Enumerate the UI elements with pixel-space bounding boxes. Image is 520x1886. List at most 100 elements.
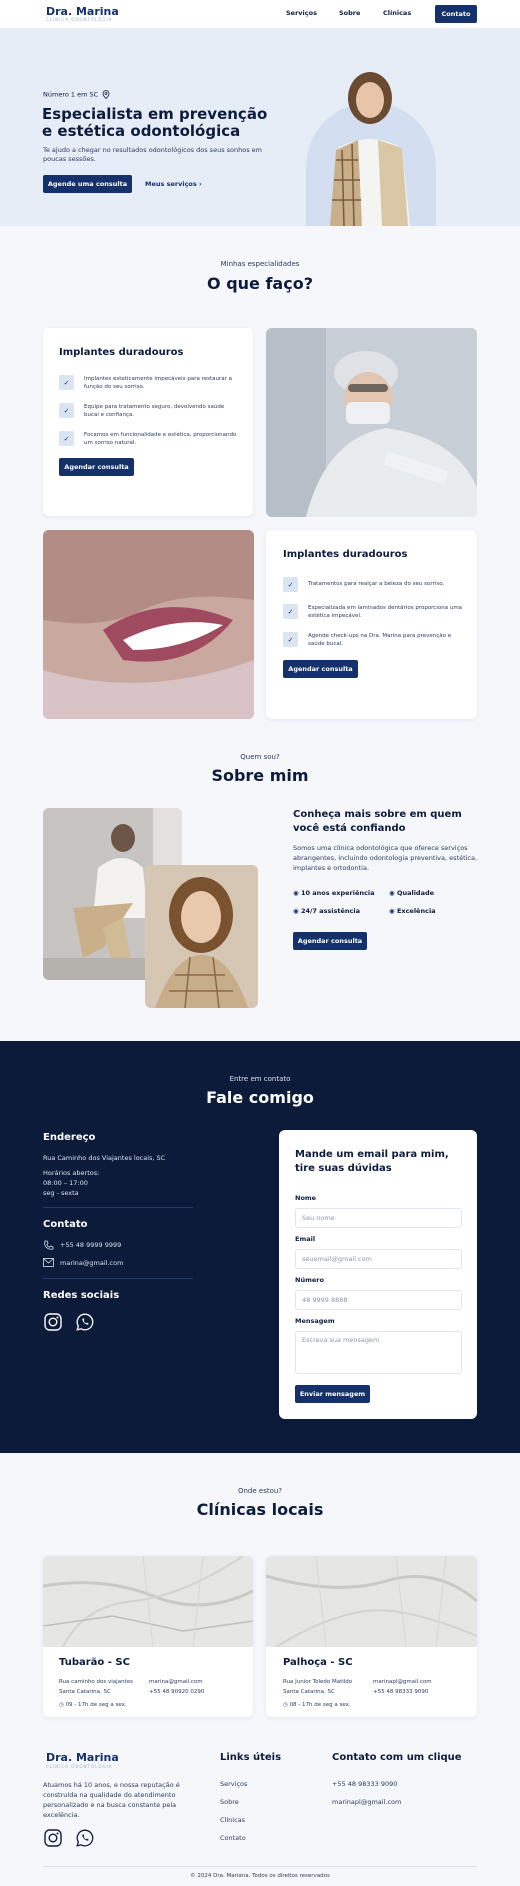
nav-clinics[interactable]: Clínicas bbox=[383, 9, 411, 17]
phone-icon bbox=[44, 1240, 54, 1250]
nav-services[interactable]: Serviços bbox=[286, 9, 317, 17]
logo-subtitle: CLÍNICA ODONTOLÓGIA bbox=[46, 17, 113, 22]
service-card-2-title: Implantes duradouros bbox=[283, 549, 408, 560]
about-feature-3-label: 24/7 assistência bbox=[300, 907, 360, 915]
hours-days: seg - sexta bbox=[43, 1189, 79, 1197]
about-feature-3: ◉ 24/7 assistência bbox=[293, 907, 360, 915]
footer-link-services[interactable]: Serviços bbox=[220, 1780, 247, 1788]
dentist-photo bbox=[266, 328, 477, 517]
check-circle-icon: ◉ bbox=[389, 907, 395, 915]
check-icon: ✓ bbox=[59, 375, 74, 390]
about-feature-4: ◉ Excelência bbox=[389, 907, 436, 915]
address-heading: Endereço bbox=[43, 1132, 96, 1143]
clock-icon: ◷ bbox=[59, 1702, 64, 1708]
check-icon: ✓ bbox=[59, 431, 74, 446]
phone-text[interactable]: +55 48 9999 9999 bbox=[60, 1240, 121, 1250]
service-card-1-item-3: Focamos em funcionalidade e estética, pr… bbox=[84, 432, 237, 446]
hero-badge-text: Número 1 em SC bbox=[43, 90, 99, 99]
about-heading: Conheça mais sobre em quem você está con… bbox=[293, 809, 462, 834]
hero-schedule-button[interactable]: Agende uma consulta bbox=[43, 175, 132, 193]
mail-icon bbox=[43, 1258, 54, 1267]
check-circle-icon: ◉ bbox=[389, 889, 395, 897]
clinic-2-map[interactable] bbox=[266, 1556, 477, 1647]
clinic-1-map[interactable] bbox=[43, 1556, 253, 1647]
nav-contact-button[interactable]: Contato bbox=[435, 5, 477, 23]
service-card-2-schedule-button[interactable]: Agendar consulta bbox=[283, 660, 358, 678]
clinic-1-hours-text: 09 - 17h de seg a sex. bbox=[65, 1702, 127, 1708]
hero-title: Especialista em prevenção e estética odo… bbox=[42, 105, 268, 140]
name-input[interactable]: Seu nome bbox=[295, 1208, 462, 1228]
number-input[interactable]: 48 9999 8888 bbox=[295, 1290, 462, 1310]
email-text[interactable]: marina@gmail.com bbox=[60, 1258, 123, 1268]
check-icon: ✓ bbox=[283, 577, 298, 592]
divider bbox=[43, 1207, 193, 1208]
email-input[interactable]: seuemail@gmail.com bbox=[295, 1249, 462, 1269]
smile-photo bbox=[43, 530, 254, 719]
check-icon: ✓ bbox=[59, 403, 74, 418]
clinic-1-city: Santa Catarina, SC bbox=[59, 1689, 111, 1695]
service-card-2-item-2: Especializada em laminados dentários pro… bbox=[308, 605, 463, 619]
about-feature-1: ◉ 10 anos experiência bbox=[293, 889, 374, 897]
check-circle-icon: ◉ bbox=[293, 889, 299, 897]
hero-services-link-label: Meus serviços bbox=[145, 180, 197, 188]
clinic-2-phone[interactable]: +55 48 98333 9090 bbox=[373, 1687, 428, 1697]
clinic-2-hours: ◷ 08 - 17h de seg a sex. bbox=[283, 1700, 351, 1710]
service-card-1-item-2: Equipe para tratamento seguro, devolvend… bbox=[84, 404, 225, 418]
instagram-icon[interactable] bbox=[44, 1829, 62, 1847]
location-pin-icon bbox=[102, 90, 110, 100]
service-card-2-item-1: Tratamentos para realçar a beleza do seu… bbox=[308, 581, 445, 587]
footer-link-clinics[interactable]: Clínicas bbox=[220, 1816, 245, 1824]
footer-contact-heading: Contato com um clique bbox=[332, 1752, 462, 1763]
about-feature-4-label: Excelência bbox=[396, 907, 436, 915]
check-icon: ✓ bbox=[283, 632, 298, 647]
instagram-icon[interactable] bbox=[44, 1313, 62, 1331]
clinics-kicker: Onde estou? bbox=[237, 1487, 283, 1495]
social-heading: Redes sociais bbox=[43, 1290, 120, 1301]
clinic-1-phone[interactable]: +55 48 90920 0290 bbox=[149, 1687, 204, 1697]
number-label: Número bbox=[295, 1276, 324, 1284]
about-photo-portrait bbox=[145, 865, 258, 1008]
footer-divider bbox=[43, 1866, 477, 1867]
services-title: O que faço? bbox=[207, 274, 313, 293]
email-label: Email bbox=[295, 1235, 316, 1243]
service-card-2-item-3: Agende check-ups na Dra. Marina para pre… bbox=[308, 633, 452, 647]
footer-phone[interactable]: +55 48 98333 9090 bbox=[332, 1780, 397, 1788]
copyright-text: © 2024 Dra. Mariana. Todos os direitos r… bbox=[190, 1873, 330, 1879]
contact-heading: Contato bbox=[43, 1219, 88, 1230]
about-feature-1-label: 10 anos experiência bbox=[300, 889, 375, 897]
whatsapp-icon[interactable] bbox=[76, 1829, 94, 1847]
about-feature-2: ◉ Qualidade bbox=[389, 889, 434, 897]
footer-link-about[interactable]: Sobre bbox=[220, 1798, 239, 1806]
message-textarea[interactable]: Escreva sua mensagem bbox=[295, 1331, 462, 1374]
footer-link-contact[interactable]: Contato bbox=[220, 1834, 246, 1842]
clinic-2-email[interactable]: marinapl@gmail.com bbox=[373, 1677, 432, 1687]
message-label: Mensagem bbox=[295, 1317, 335, 1325]
clock-icon: ◷ bbox=[283, 1702, 288, 1708]
hero-badge: Número 1 em SC bbox=[43, 90, 110, 100]
footer-about-text: Atuamos há 10 anos, e nossa reputação é … bbox=[43, 1781, 180, 1819]
footer-logo-subtitle: CLÍNICA ODONTOLÓGIA bbox=[46, 1764, 113, 1769]
about-schedule-button[interactable]: Agendar consulta bbox=[293, 932, 367, 950]
clinic-1-email[interactable]: marina@gmail.com bbox=[149, 1677, 203, 1687]
footer-logo-name[interactable]: Dra. Marina bbox=[46, 1751, 119, 1764]
services-kicker: Minhas especialidades bbox=[220, 260, 300, 268]
service-card-1-schedule-button[interactable]: Agendar consulta bbox=[59, 458, 134, 476]
clinic-2-name: Palhoça - SC bbox=[283, 1657, 353, 1668]
whatsapp-icon[interactable] bbox=[76, 1313, 94, 1331]
nav-about[interactable]: Sobre bbox=[339, 9, 360, 17]
hero-text: Te ajudo a chegar no resultados odontoló… bbox=[43, 146, 263, 163]
about-title: Sobre mim bbox=[211, 766, 309, 785]
chevron-right-icon: › bbox=[199, 180, 202, 188]
send-message-button[interactable]: Enviar mensagem bbox=[295, 1385, 370, 1403]
clinic-2-hours-text: 08 - 17h de seg a sex. bbox=[289, 1702, 351, 1708]
form-title: Mande um email para mim, tire suas dúvid… bbox=[295, 1149, 449, 1174]
service-card-1-title: Implantes duradouros bbox=[59, 347, 184, 358]
check-icon: ✓ bbox=[283, 604, 298, 619]
contact-kicker: Entre em contato bbox=[229, 1075, 291, 1083]
about-kicker: Quem sou? bbox=[240, 753, 280, 761]
address-text: Rua Caminho dos Viajantes locais, SC bbox=[43, 1154, 166, 1162]
footer-email[interactable]: marinapl@gmail.com bbox=[332, 1798, 401, 1806]
about-text: Somos uma clínica odontológica que ofere… bbox=[293, 844, 478, 872]
hero-services-link[interactable]: Meus serviços › bbox=[145, 180, 202, 188]
name-label: Nome bbox=[295, 1194, 317, 1202]
